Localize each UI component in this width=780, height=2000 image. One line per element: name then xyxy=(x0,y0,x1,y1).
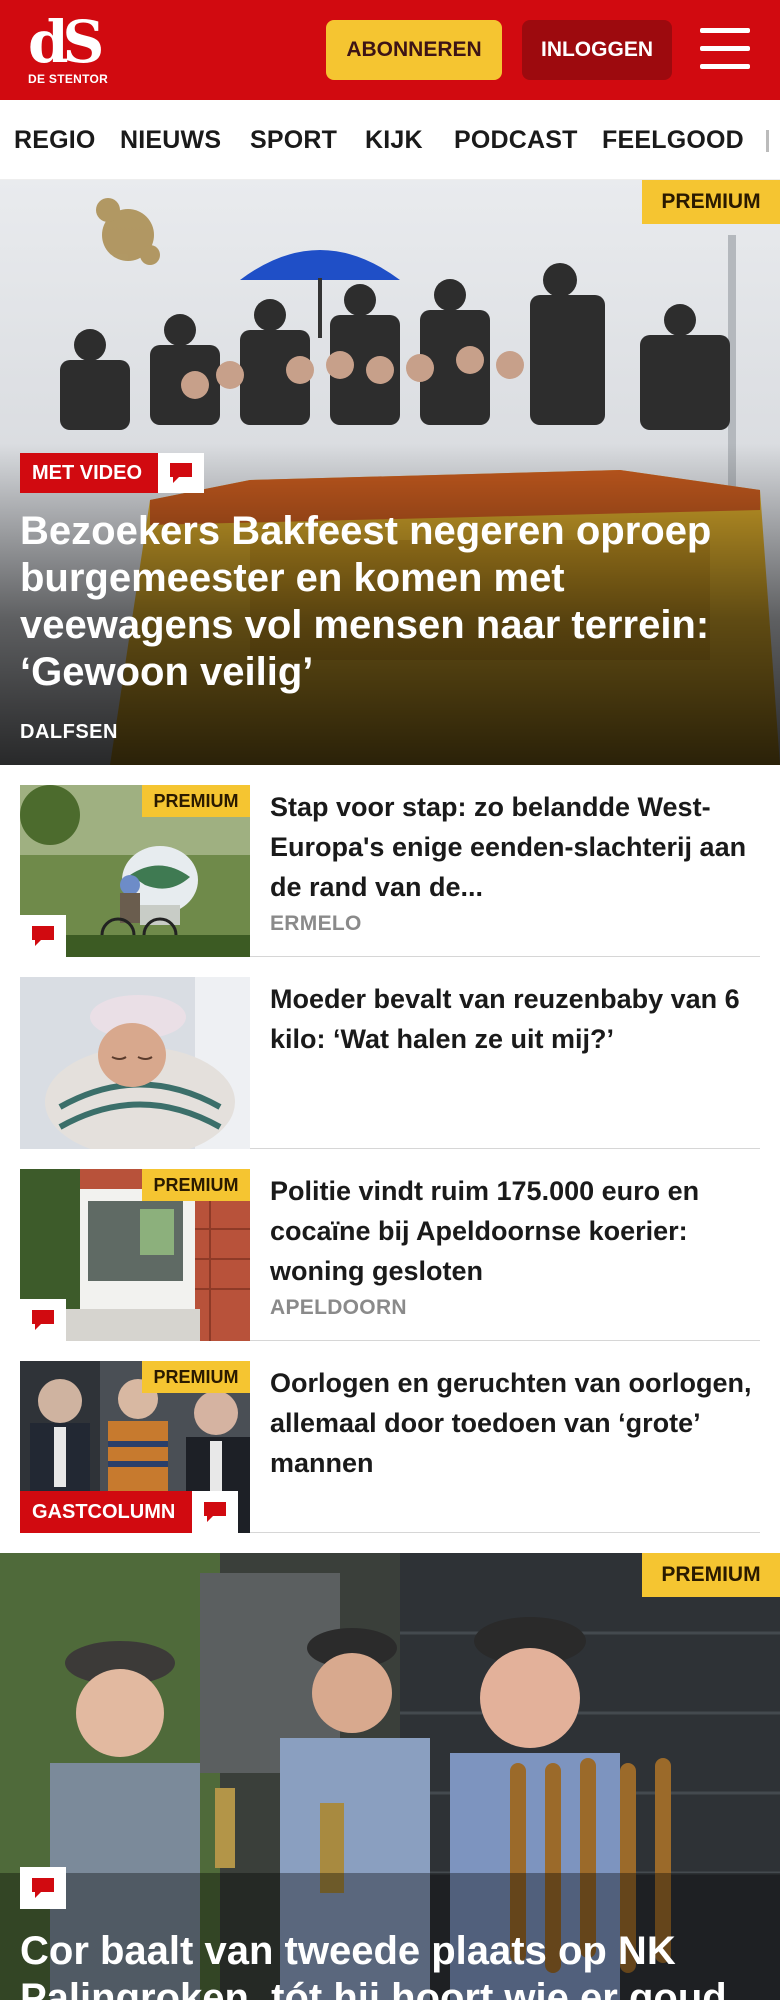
hero-location: DALFSEN xyxy=(20,721,118,743)
nav-item-kijk[interactable]: KIJK xyxy=(365,126,423,155)
article-thumbnail xyxy=(20,977,250,1149)
nav-item-nieuws[interactable]: NIEUWS xyxy=(120,126,221,155)
comment-icon[interactable] xyxy=(158,453,204,493)
logo-mark: dS xyxy=(28,8,104,76)
site-header: dS DE STENTOR ABONNEREN INLOGGEN xyxy=(0,0,780,100)
subscribe-button[interactable]: ABONNEREN xyxy=(326,20,502,80)
video-badge: MET VIDEO xyxy=(20,453,158,493)
premium-badge: PREMIUM xyxy=(642,1553,780,1597)
hero-article-2[interactable]: PREMIUM Cor baalt van tweede plaats op N… xyxy=(0,1553,780,2000)
comment-icon[interactable] xyxy=(20,915,66,957)
article-thumbnail: PREMIUM xyxy=(20,1169,250,1341)
nav-item-feelgood[interactable]: FEELGOOD xyxy=(602,126,744,155)
login-button[interactable]: INLOGGEN xyxy=(522,20,672,80)
article-headline[interactable]: Politie vindt ruim 175.000 euro en cocaï… xyxy=(270,1171,760,1291)
site-logo[interactable]: dS DE STENTOR xyxy=(28,8,112,88)
hamburger-icon[interactable] xyxy=(700,28,750,72)
article-location: APELDOORN xyxy=(270,1296,407,1319)
column-badge: GASTCOLUMN xyxy=(20,1491,192,1533)
nav-overflow-hint xyxy=(766,130,769,152)
nav-item-regio[interactable]: REGIO xyxy=(14,126,96,155)
nav-item-sport[interactable]: SPORT xyxy=(250,126,337,155)
comment-icon[interactable] xyxy=(192,1491,238,1533)
list-item[interactable]: PREMIUM GASTCOLUMN Oorlogen en geruchten… xyxy=(20,1361,760,1533)
nav-item-podcast[interactable]: PODCAST xyxy=(454,126,578,155)
article-headline[interactable]: Oorlogen en geruchten van oorlogen, alle… xyxy=(270,1363,760,1483)
comment-icon[interactable] xyxy=(20,1299,66,1341)
article-thumbnail: PREMIUM GASTCOLUMN xyxy=(20,1361,250,1533)
list-item[interactable]: Moeder bevalt van reuzenbaby van 6 kilo:… xyxy=(20,977,760,1149)
section-nav: REGIO NIEUWS SPORT KIJK PODCAST FEELGOOD xyxy=(0,100,780,180)
article-location: ERMELO xyxy=(270,912,362,935)
premium-badge: PREMIUM xyxy=(142,785,250,817)
logo-subtitle: DE STENTOR xyxy=(28,72,109,86)
premium-badge: PREMIUM xyxy=(142,1361,250,1393)
list-item[interactable]: PREMIUM Stap voor stap: zo belandde West… xyxy=(20,785,760,957)
article-headline[interactable]: Moeder bevalt van reuzenbaby van 6 kilo:… xyxy=(270,979,760,1059)
article-headline[interactable]: Stap voor stap: zo belandde West-Europa'… xyxy=(270,787,760,907)
comment-icon[interactable] xyxy=(20,1867,66,1909)
thumbnail-photo xyxy=(20,977,250,1149)
premium-badge: PREMIUM xyxy=(142,1169,250,1201)
hero-article[interactable]: PREMIUM MET VIDEO Bezoekers Bakfeest neg… xyxy=(0,180,780,765)
article-thumbnail: PREMIUM xyxy=(20,785,250,957)
list-item[interactable]: PREMIUM Politie vindt ruim 175.000 euro … xyxy=(20,1169,760,1341)
premium-badge: PREMIUM xyxy=(642,180,780,224)
hero-headline[interactable]: Bezoekers Bakfeest negeren oproep burgem… xyxy=(20,508,760,696)
hero-headline[interactable]: Cor baalt van tweede plaats op NK Paling… xyxy=(20,1928,780,2000)
